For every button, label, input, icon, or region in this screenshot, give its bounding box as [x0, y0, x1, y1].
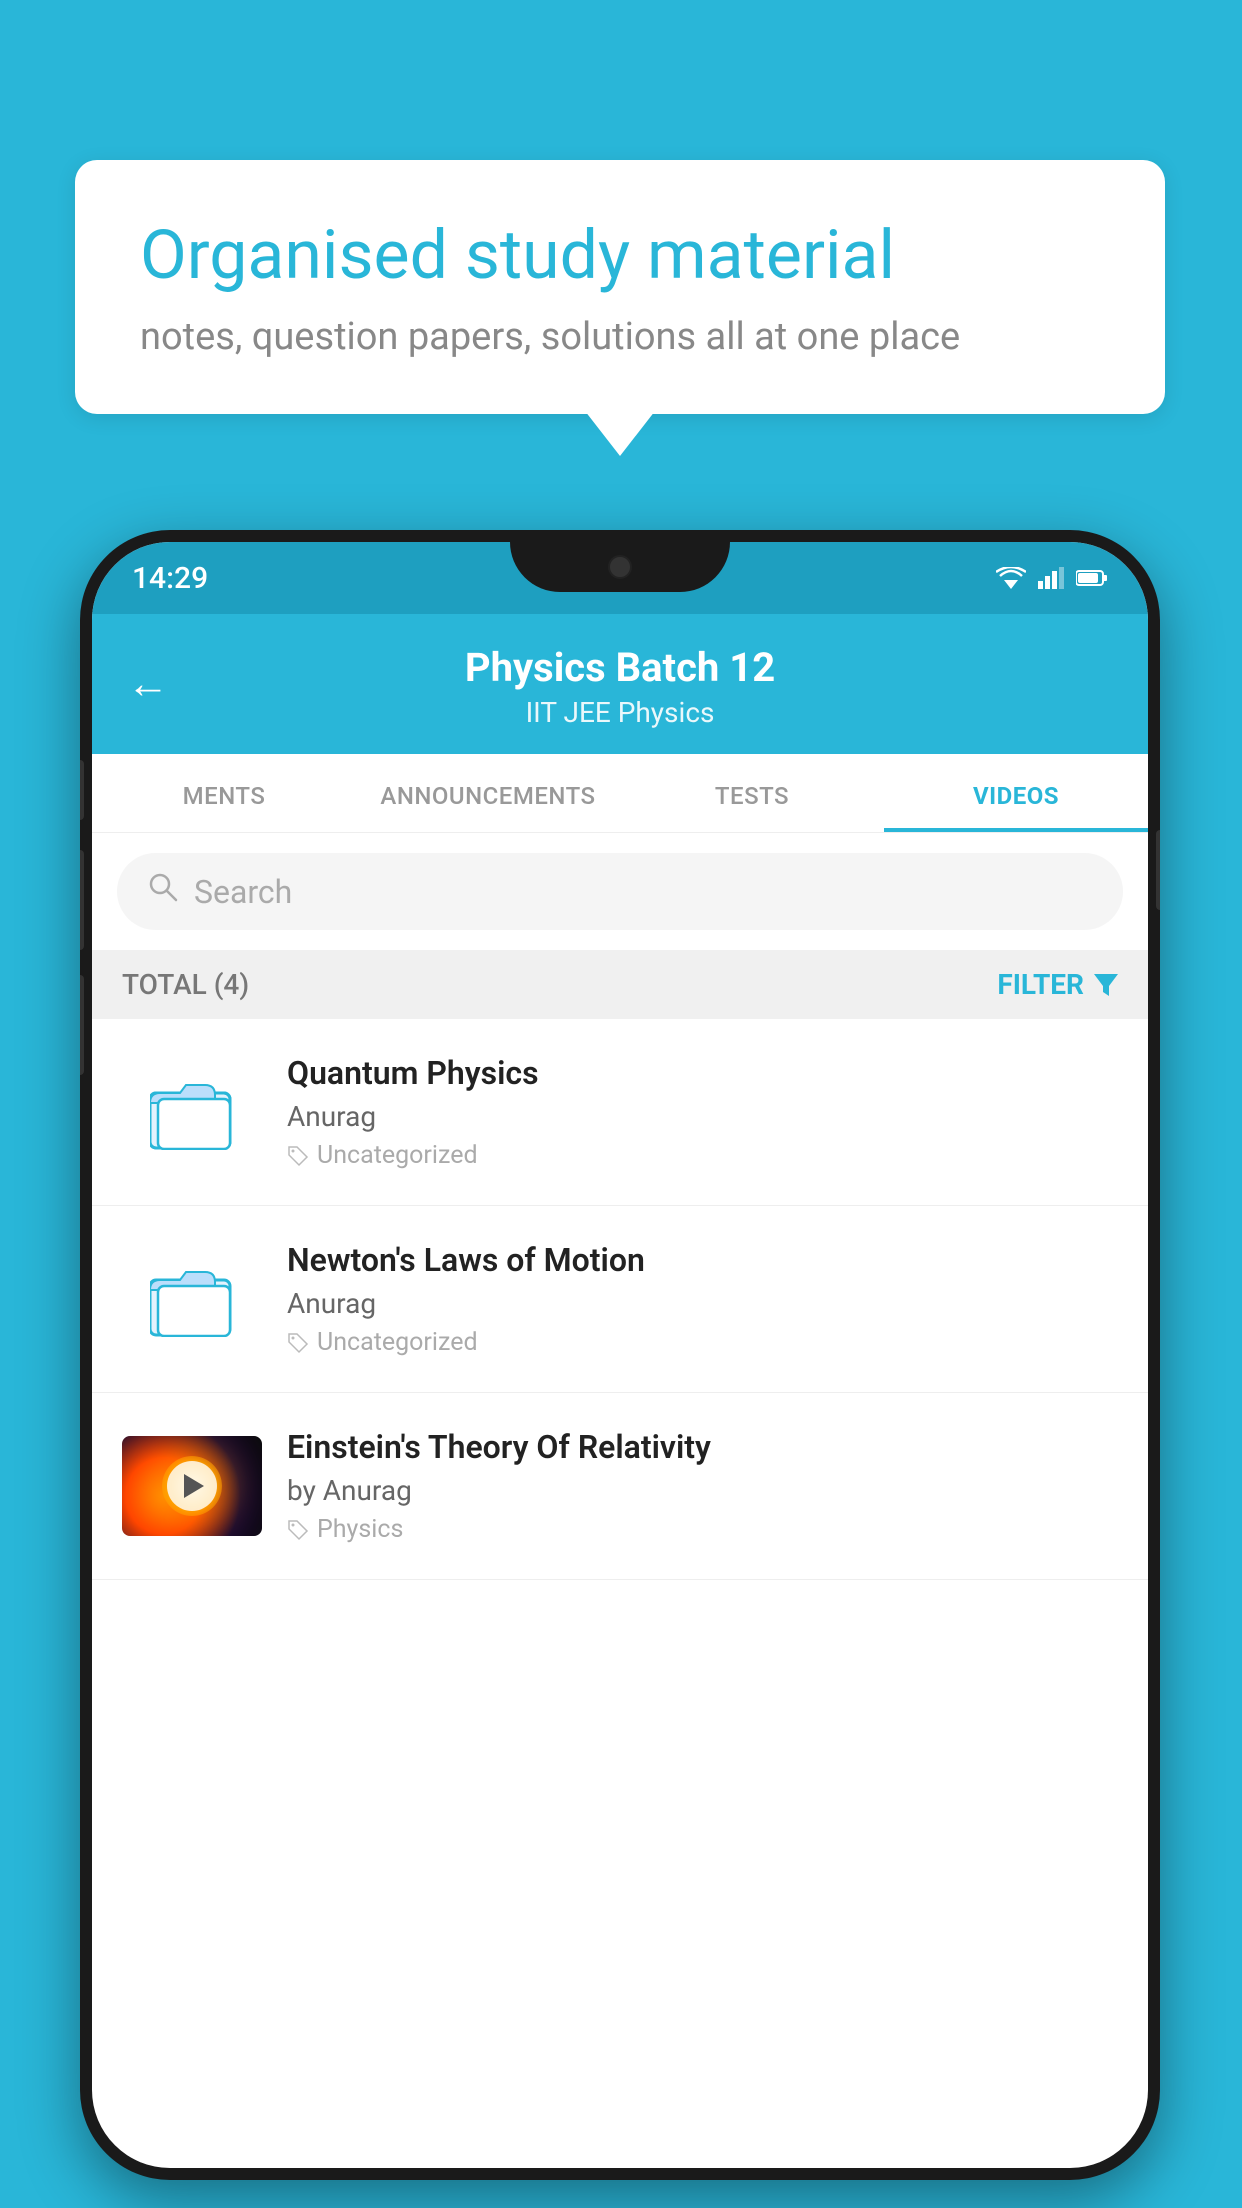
tag-label-2: Uncategorized: [317, 1328, 478, 1357]
tag-icon: [287, 1519, 309, 1541]
phone-screen: 14:29: [92, 542, 1148, 2168]
search-container: Search: [92, 833, 1148, 950]
video-author-3: by Anurag: [287, 1474, 1118, 1507]
search-icon: [147, 871, 179, 912]
front-camera: [608, 555, 632, 579]
search-input-placeholder[interactable]: Search: [194, 873, 292, 911]
volume-down-button: [80, 975, 84, 1075]
video-info-2: Newton's Laws of Motion Anurag Uncategor…: [287, 1241, 1118, 1357]
tab-videos[interactable]: VIDEOS: [884, 754, 1148, 832]
folder-icon-wrap-1: [122, 1062, 262, 1162]
tag-label-1: Uncategorized: [317, 1141, 478, 1170]
video-tag-3: Physics: [287, 1515, 1118, 1544]
tag-icon: [287, 1145, 309, 1167]
back-button[interactable]: ←: [127, 660, 169, 709]
header-subtitle: IIT JEE Physics: [132, 696, 1108, 729]
tabs-bar: MENTS ANNOUNCEMENTS TESTS VIDEOS: [92, 754, 1148, 833]
battery-icon: [1076, 569, 1108, 587]
filter-label: FILTER: [997, 968, 1084, 1001]
wifi-icon: [996, 567, 1026, 589]
bubble-title: Organised study material: [140, 215, 1100, 297]
filter-row: TOTAL (4) FILTER: [92, 950, 1148, 1019]
list-item[interactable]: Quantum Physics Anurag Uncategorized: [92, 1019, 1148, 1206]
app-header: ← Physics Batch 12 IIT JEE Physics: [92, 614, 1148, 754]
folder-icon: [150, 1262, 235, 1337]
header-title: Physics Batch 12: [132, 644, 1108, 691]
tag-icon: [287, 1332, 309, 1354]
video-title-1: Quantum Physics: [287, 1054, 1118, 1092]
signal-icon: [1038, 567, 1064, 589]
filter-icon: [1094, 974, 1118, 996]
video-tag-1: Uncategorized: [287, 1141, 1118, 1170]
bubble-subtitle: notes, question papers, solutions all at…: [140, 315, 1100, 359]
video-author-1: Anurag: [287, 1100, 1118, 1133]
video-author-2: Anurag: [287, 1287, 1118, 1320]
folder-icon: [150, 1075, 235, 1150]
play-button[interactable]: [167, 1461, 217, 1511]
video-title-3: Einstein's Theory Of Relativity: [287, 1428, 1118, 1466]
notch: [510, 542, 730, 592]
status-icons: [996, 567, 1108, 589]
video-list: Quantum Physics Anurag Uncategorized: [92, 1019, 1148, 1580]
video-tag-2: Uncategorized: [287, 1328, 1118, 1357]
list-item[interactable]: Einstein's Theory Of Relativity by Anura…: [92, 1393, 1148, 1580]
tab-ments[interactable]: MENTS: [92, 754, 356, 832]
tab-announcements[interactable]: ANNOUNCEMENTS: [356, 754, 620, 832]
phone-frame: 14:29: [80, 530, 1160, 2180]
video-thumbnail-3: [122, 1436, 262, 1536]
video-title-2: Newton's Laws of Motion: [287, 1241, 1118, 1279]
folder-icon-wrap-2: [122, 1249, 262, 1349]
mute-button: [80, 760, 84, 820]
list-item[interactable]: Newton's Laws of Motion Anurag Uncategor…: [92, 1206, 1148, 1393]
search-bar[interactable]: Search: [117, 853, 1123, 930]
power-button: [1156, 830, 1160, 910]
filter-button[interactable]: FILTER: [997, 968, 1118, 1001]
video-info-1: Quantum Physics Anurag Uncategorized: [287, 1054, 1118, 1170]
speech-bubble: Organised study material notes, question…: [75, 160, 1165, 414]
status-time: 14:29: [132, 561, 208, 596]
total-count: TOTAL (4): [122, 968, 249, 1001]
tag-label-3: Physics: [317, 1515, 403, 1544]
volume-up-button: [80, 850, 84, 950]
video-info-3: Einstein's Theory Of Relativity by Anura…: [287, 1428, 1118, 1544]
tab-tests[interactable]: TESTS: [620, 754, 884, 832]
